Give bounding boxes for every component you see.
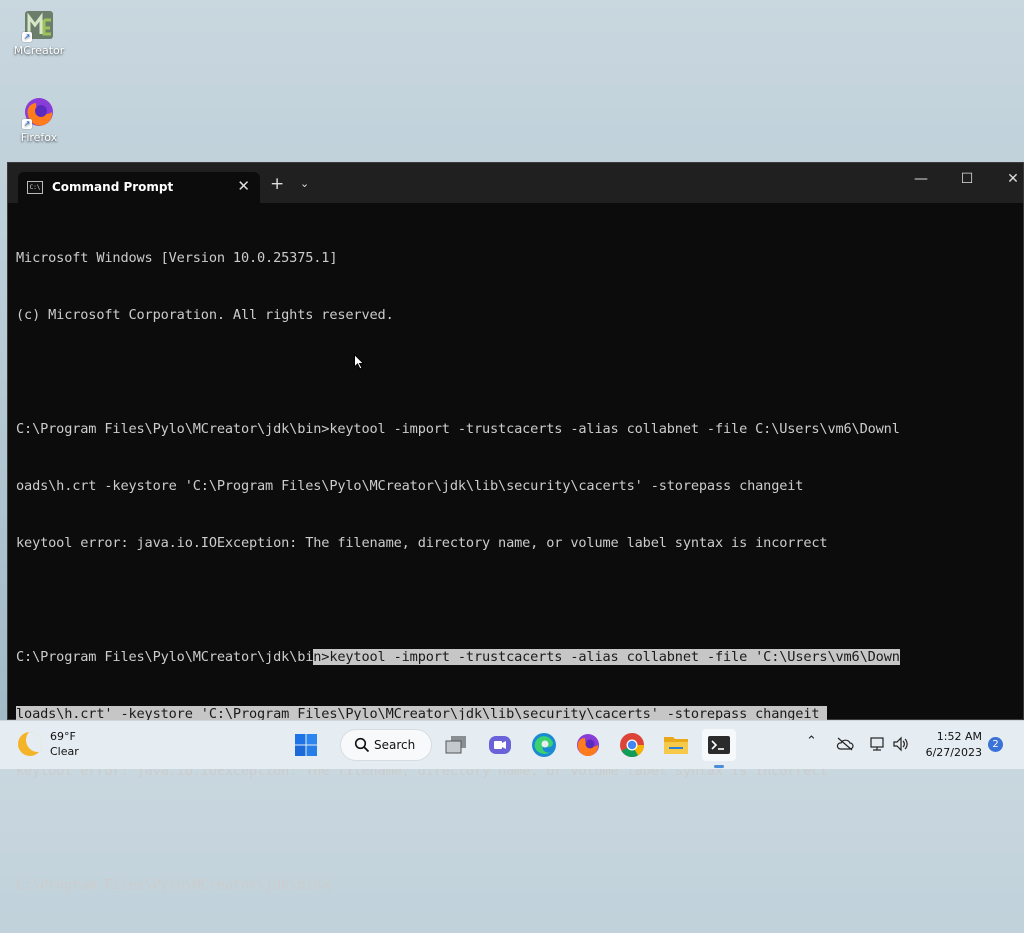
firefox-icon: ↗ xyxy=(22,95,56,129)
terminal-line: (c) Microsoft Corporation. All rights re… xyxy=(16,307,394,323)
desktop-icon-mcreator[interactable]: ↗ MCreator xyxy=(4,8,74,57)
firefox-taskbar-button[interactable] xyxy=(572,729,604,761)
teams-icon xyxy=(489,736,511,754)
onedrive-offline-icon[interactable] xyxy=(836,737,854,751)
mcreator-icon: ↗ xyxy=(22,8,56,42)
close-window-button[interactable]: ✕ xyxy=(998,171,1024,187)
terminal-line: Microsoft Windows [Version 10.0.25375.1] xyxy=(16,250,338,266)
start-button[interactable] xyxy=(290,729,322,761)
volume-icon[interactable] xyxy=(892,736,910,752)
text-caret xyxy=(329,877,331,892)
taskbar: 69°F Clear Search ⌃ 1:52 AM 6/27/2023 2 xyxy=(0,720,1024,769)
terminal-line-prefix: C:\Program Files\Pylo\MCreator\jdk\bi xyxy=(16,649,314,665)
weather-temp: 69°F xyxy=(50,730,76,743)
moon-icon xyxy=(18,732,42,756)
file-explorer-icon xyxy=(664,737,688,754)
terminal-prompt: C:\Program Files\Pylo\MCreator\jdk\bin> xyxy=(16,877,330,893)
chrome-button[interactable] xyxy=(616,729,648,761)
show-hidden-icons-chevron-icon[interactable]: ⌃ xyxy=(806,734,817,749)
selected-text: n>keytool -import -trustcacerts -alias c… xyxy=(313,649,900,665)
terminal-taskbar-button[interactable] xyxy=(702,729,736,761)
clock[interactable]: 1:52 AM 6/27/2023 xyxy=(920,729,982,761)
task-view-icon xyxy=(445,736,466,754)
terminal-line: C:\Program Files\Pylo\MCreator\jdk\bin>k… xyxy=(16,421,900,437)
terminal-output[interactable]: Microsoft Windows [Version 10.0.25375.1]… xyxy=(16,211,1016,933)
tab-title: Command Prompt xyxy=(52,180,174,194)
desktop-icon-firefox[interactable]: ↗ Firefox xyxy=(4,95,74,144)
terminal-line-selected: C:\Program Files\Pylo\MCreator\jdk\bin>k… xyxy=(16,648,1016,667)
title-bar[interactable]: C:\ Command Prompt ✕ + ⌄ — ☐ ✕ xyxy=(8,163,1023,203)
desktop-icon-label: MCreator xyxy=(13,44,65,57)
edge-icon xyxy=(532,733,556,757)
clock-date: 6/27/2023 xyxy=(925,746,982,759)
terminal-prompt-line[interactable]: C:\Program Files\Pylo\MCreator\jdk\bin> xyxy=(16,876,1016,895)
notification-badge[interactable]: 2 xyxy=(988,737,1003,752)
task-view-button[interactable] xyxy=(440,729,472,761)
mouse-pointer-icon xyxy=(354,354,364,370)
weather-desc: Clear xyxy=(50,745,79,758)
network-icon[interactable] xyxy=(868,736,886,752)
search-button[interactable]: Search xyxy=(340,729,432,761)
edge-button[interactable] xyxy=(528,729,560,761)
tab-command-prompt[interactable]: C:\ Command Prompt ✕ xyxy=(18,172,260,203)
terminal-line: keytool error: java.io.IOException: The … xyxy=(16,535,828,551)
search-label: Search xyxy=(374,738,416,752)
clock-time: 1:52 AM xyxy=(936,730,982,743)
tab-close-icon[interactable]: ✕ xyxy=(237,177,250,195)
weather-widget[interactable]: 69°F Clear xyxy=(18,729,79,759)
search-icon xyxy=(354,737,370,753)
cmd-icon: C:\ xyxy=(27,181,43,194)
chrome-icon xyxy=(620,733,644,758)
terminal-window: C:\ Command Prompt ✕ + ⌄ — ☐ ✕ Microsoft… xyxy=(7,162,1024,893)
firefox-icon xyxy=(577,734,599,757)
new-tab-button[interactable]: + xyxy=(270,174,284,194)
teams-button[interactable] xyxy=(484,729,516,761)
terminal-icon xyxy=(708,736,730,754)
desktop: ↗ MCreator ↗ Firefox C:\ Command Prompt … xyxy=(0,0,1024,893)
maximize-button[interactable]: ☐ xyxy=(952,171,982,187)
minimize-button[interactable]: — xyxy=(906,171,936,187)
desktop-icon-label: Firefox xyxy=(20,131,58,144)
start-icon xyxy=(295,734,317,756)
terminal-line: oads\h.crt -keystore 'C:\Program Files\P… xyxy=(16,478,804,494)
tab-dropdown-button[interactable]: ⌄ xyxy=(300,177,309,190)
file-explorer-button[interactable] xyxy=(660,729,692,761)
